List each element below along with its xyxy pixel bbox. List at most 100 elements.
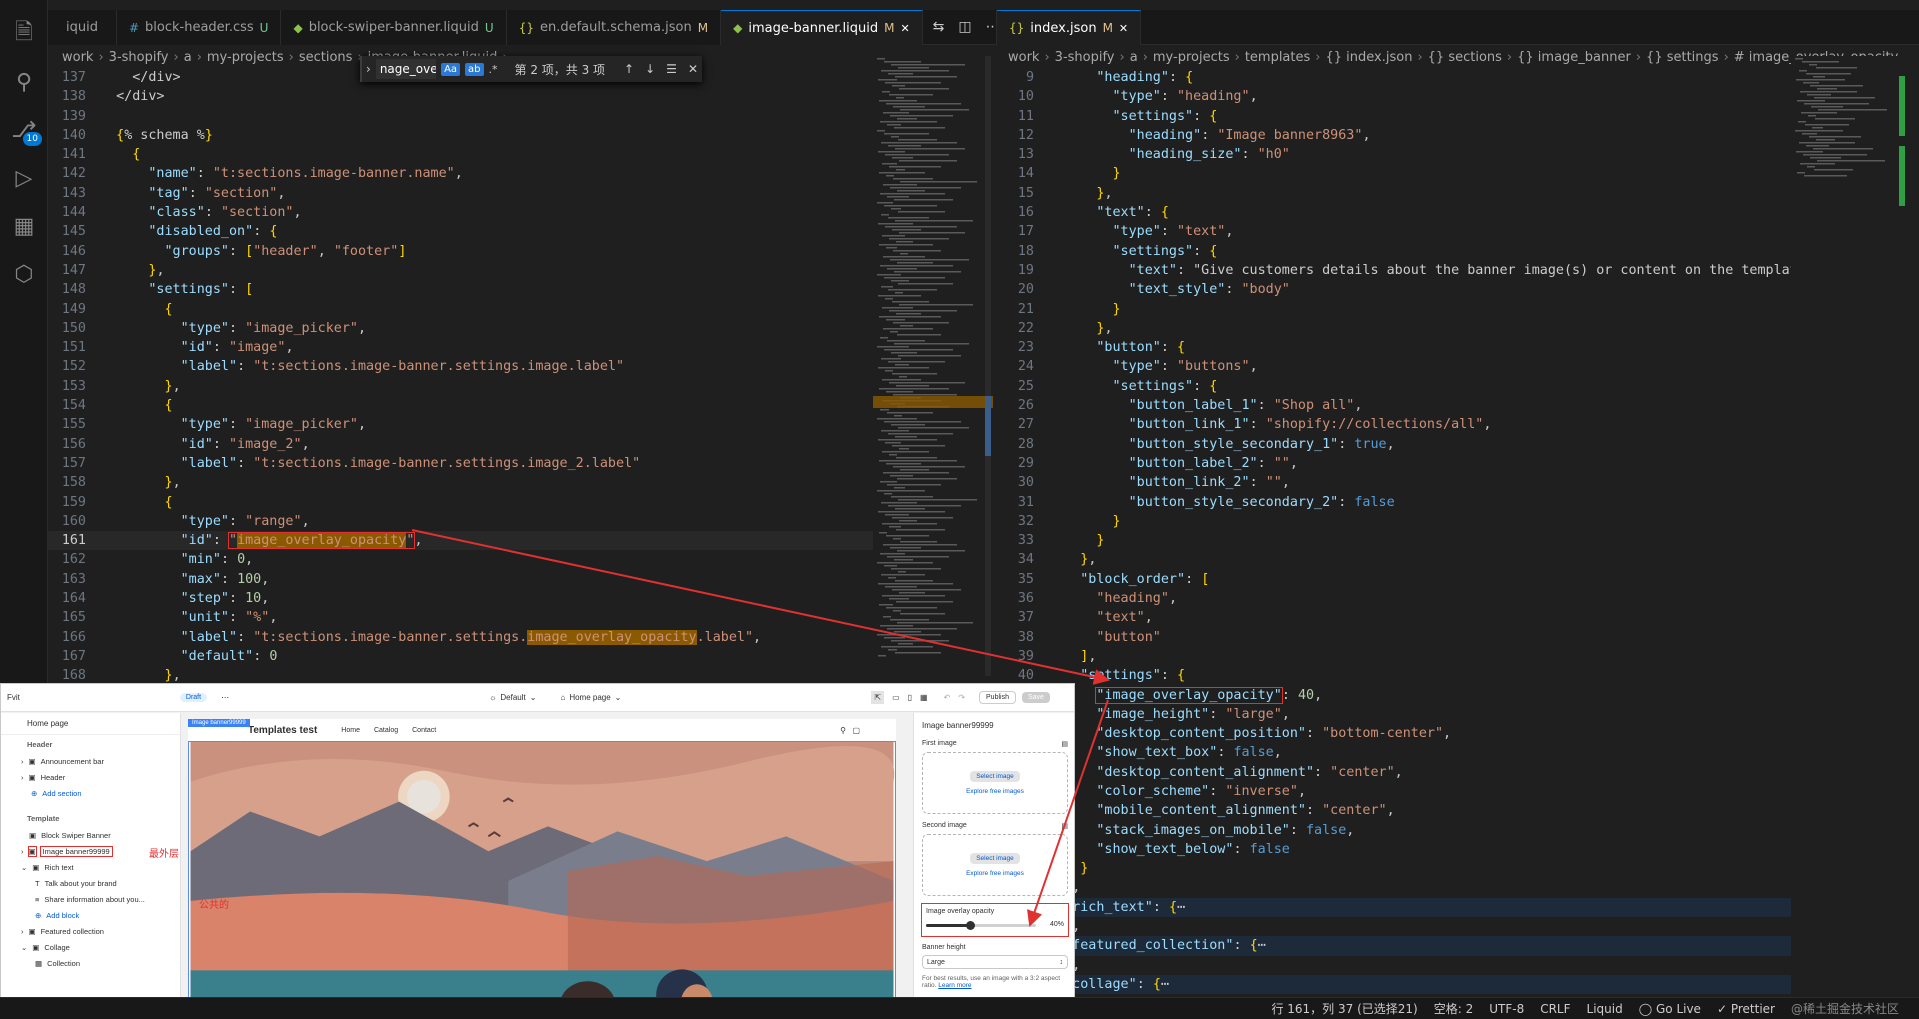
explorer-icon[interactable]: 🗎 [0, 10, 48, 58]
code-line: 157 "label": "t:sections.image-banner.se… [48, 454, 873, 473]
breadcrumb-item[interactable]: a [184, 50, 192, 65]
search-icon[interactable]: ⚲ [0, 58, 48, 106]
inspector-icon[interactable]: ⇱ [871, 691, 885, 704]
run-debug-icon[interactable]: ▷ [0, 154, 48, 202]
right-minimap[interactable] [1791, 56, 1911, 996]
mobile-view-icon[interactable]: ▯ [908, 693, 912, 702]
breadcrumb-item[interactable]: work [62, 50, 93, 65]
page-selector[interactable]: Home page [569, 693, 610, 702]
minimap-line [884, 61, 921, 63]
regex-toggle[interactable]: .* [489, 63, 498, 76]
section-collage[interactable]: ⌄ ▣ Collage [1, 939, 180, 955]
section-header[interactable]: › ▣ Header [1, 769, 180, 785]
breadcrumb-item[interactable]: my-projects [207, 50, 284, 65]
add-section-button[interactable]: ⊕ Add section [1, 785, 180, 801]
minimap-line [1810, 85, 1863, 87]
previous-match-icon[interactable]: ↑ [624, 62, 634, 76]
minimap-line [1808, 115, 1816, 117]
site-title[interactable]: Templates test [248, 725, 317, 736]
section-image-banner[interactable]: › ▣ Image banner99999 最外层 [1, 843, 180, 860]
save-button[interactable]: Save [1021, 692, 1050, 703]
nav-home[interactable]: Home [341, 727, 360, 734]
editor-tab[interactable]: # block-header.css U [116, 10, 282, 45]
section-rich-text[interactable]: ⌄ ▣ Rich text [1, 859, 180, 875]
breadcrumb-item[interactable]: {} index.json [1325, 50, 1412, 65]
overlay-opacity-slider[interactable] [926, 921, 1036, 930]
breadcrumb-item[interactable]: 3-shopify [109, 50, 169, 65]
section-featured-collection[interactable]: › ▣ Featured collection [1, 923, 180, 939]
close-icon[interactable]: ✕ [900, 22, 909, 35]
editor-tab[interactable]: {} en.default.schema.json M [506, 10, 722, 45]
right-code-editor[interactable]: 9 "heading": {10 "type": "heading", 11 "s… [996, 68, 1791, 998]
nav-contact[interactable]: Contact [412, 727, 436, 734]
code-text: }, [148, 262, 165, 278]
add-block-button[interactable]: ⊕ Add block [1, 907, 180, 923]
block-share[interactable]: ≡ Share information about you... [1, 891, 180, 907]
code-text: "settings": { [1112, 243, 1218, 259]
breadcrumb-item[interactable]: 3-shopify [1055, 50, 1115, 65]
editor-tab[interactable]: {} index.json M ✕ [997, 10, 1142, 45]
block-talk[interactable]: T Talk about your brand [1, 875, 180, 891]
toggle-replace-icon[interactable]: › [366, 62, 371, 76]
search-icon[interactable]: ⚲ [840, 726, 846, 735]
remote-icon[interactable]: ⬡ [0, 250, 48, 298]
breadcrumb-item[interactable]: {} settings [1646, 50, 1719, 65]
nav-catalog[interactable]: Catalog [374, 727, 398, 734]
more-icon[interactable]: ⋯ [221, 693, 229, 702]
find-input[interactable]: nage_overlay_opacity [375, 59, 437, 79]
fullscreen-icon[interactable]: ▦ [920, 693, 928, 702]
section-block-swiper[interactable]: ▣ Block Swiper Banner [1, 827, 180, 843]
close-icon[interactable]: ✕ [1119, 22, 1128, 35]
encoding[interactable]: UTF-8 [1489, 1002, 1524, 1016]
breadcrumb-item[interactable]: {} image_banner [1517, 50, 1631, 65]
close-find-icon[interactable]: ✕ [688, 62, 698, 76]
desktop-view-icon[interactable]: ▭ [892, 693, 900, 702]
compare-icon[interactable]: ⇆ [933, 19, 945, 35]
section-announcement-bar[interactable]: › ▣ Announcement bar [1, 753, 180, 769]
cursor-position[interactable]: 行 161，列 37 (已选择21) [1271, 1000, 1417, 1017]
end-of-line[interactable]: CRLF [1540, 1002, 1570, 1016]
breadcrumb-item[interactable]: a [1130, 50, 1138, 65]
undo-icon[interactable]: ↶ [944, 693, 951, 702]
redo-icon[interactable]: ↷ [958, 693, 965, 702]
breadcrumb-item[interactable]: {} sections [1428, 50, 1502, 65]
source-control-icon[interactable]: ⎇ 10 [0, 106, 48, 154]
indentation[interactable]: 空格: 2 [1434, 1000, 1474, 1017]
match-case-toggle[interactable]: Aa [441, 62, 461, 76]
explore-images-link[interactable]: Explore free images [966, 788, 1024, 795]
find-in-selection-icon[interactable]: ☰ [666, 62, 677, 76]
go-live[interactable]: ◯ Go Live [1639, 1002, 1701, 1016]
banner-image[interactable] [188, 741, 896, 1019]
cart-icon[interactable]: ▢ [852, 726, 860, 735]
breadcrumb-item[interactable]: my-projects [1153, 50, 1230, 65]
block-collection[interactable]: ▦ Collection [1, 955, 180, 971]
banner-height-select[interactable]: Large ↕ [922, 955, 1068, 969]
breadcrumb-item[interactable]: templates [1245, 50, 1310, 65]
breadcrumb-item[interactable]: work [1008, 50, 1039, 65]
minimap-line [880, 121, 937, 123]
learn-more-link[interactable]: Learn more [938, 982, 971, 989]
whole-word-toggle[interactable]: ab [465, 62, 484, 76]
line-number: 20 [1017, 282, 1034, 298]
minimap-line [879, 388, 949, 390]
preview-frame[interactable]: Templates test Home Catalog Contact ⚲ ▢ … [188, 719, 896, 1019]
language-mode[interactable]: Liquid [1587, 1002, 1623, 1016]
slider-thumb[interactable] [966, 921, 975, 930]
split-editor-icon[interactable]: ◫ [958, 19, 971, 35]
explore-images-link[interactable]: Explore free images [966, 870, 1024, 877]
prettier[interactable]: ✓ Prettier [1717, 1002, 1775, 1016]
select-image-button[interactable]: Select image [970, 853, 1020, 864]
next-match-icon[interactable]: ↓ [645, 62, 655, 76]
editor-tab[interactable]: ◆ block-swiper-banner.liquid U [281, 10, 507, 45]
extensions-icon[interactable]: ▦ [0, 202, 48, 250]
left-minimap[interactable] [873, 56, 993, 676]
code-line: 33 } [996, 531, 1791, 550]
minimap-line [894, 415, 902, 417]
theme-selector[interactable]: Default [500, 693, 525, 702]
select-image-button[interactable]: Select image [970, 771, 1020, 782]
publish-button[interactable]: Publish [979, 691, 1016, 704]
editor-tab[interactable]: ◆ image-banner.liquid M ✕ [721, 10, 923, 45]
left-code-editor[interactable]: 137 </div> 138 </div> 139 140 {% schema %} 1… [48, 68, 873, 683]
editor-tab[interactable]: iquid [48, 10, 117, 45]
breadcrumb-item[interactable]: sections [299, 50, 353, 65]
